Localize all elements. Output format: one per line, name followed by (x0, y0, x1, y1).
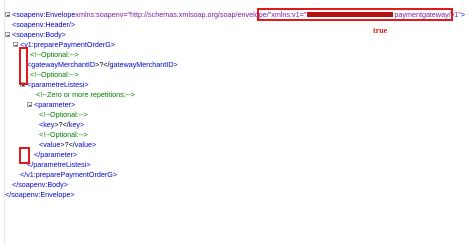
xml-line-body-close: </soapenv:Body> (12, 180, 68, 189)
fold-toggle-icon[interactable] (5, 32, 10, 37)
xml-line-body-open: <soapenv:Body> (5, 30, 66, 39)
element-value: >?</ (60, 140, 75, 149)
attribute-name: xmlns:soapenv= (75, 10, 128, 19)
xml-line-comment: <!--Optional:--> (39, 130, 88, 139)
xml-line-key: < key >?</key > (39, 120, 84, 129)
xml-line-parametre-listesi-close: </parametreListesi> (27, 160, 91, 169)
xml-line-comment: <!--Optional:--> (30, 70, 79, 79)
tag-bracket: > (173, 60, 178, 69)
tag-name: value (74, 140, 92, 149)
element-value: >?</ (54, 120, 69, 129)
tag-text: <parametreListesi> (27, 80, 89, 89)
tag-text: </soapenv:Body> (12, 180, 68, 189)
tag-name: gatewayMerchantID (109, 60, 174, 69)
xml-line-comment: <!--Optional:--> (39, 110, 88, 119)
attribute-value: "http://schemas.xmlsoap.org/soap/envelop… (127, 10, 272, 19)
tag-name: gatewayMerchantID (31, 60, 96, 69)
highlight-box-optional-elements (19, 47, 28, 85)
fold-toggle-icon[interactable] (13, 42, 18, 47)
xml-line-parameter-close: </parameter> (34, 150, 77, 159)
comment-text: <!--Zero or more repetitions:--> (36, 90, 135, 99)
xml-line-envelope-close: </soapenv:Envelope> (5, 190, 75, 199)
tag-bracket: > (91, 140, 97, 149)
tag-name: key (68, 120, 80, 129)
tag-text: <v1:preparePaymentOrderG> (20, 40, 116, 49)
xml-line-prepare-open: <v1:preparePaymentOrderG> (13, 40, 115, 49)
fold-toggle-icon[interactable] (27, 102, 32, 107)
xml-line-parameter-open: <parameter> (27, 100, 75, 109)
tag-text: </parameter> (34, 150, 78, 159)
comment-text: <!--Optional:--> (39, 110, 88, 119)
tag-name: value (43, 140, 61, 149)
tag-bracket: > (460, 10, 466, 19)
element-value: >?</ (95, 60, 110, 69)
tag-text: <soapenv:Header/> (12, 20, 76, 29)
fold-toggle-icon[interactable] (5, 12, 10, 17)
tag-bracket: > (79, 120, 85, 129)
xml-line-parametre-listesi-open: <parametreListesi> (20, 80, 89, 89)
tag-name: key (43, 120, 55, 129)
comment-text: <!--Optional:--> (30, 70, 79, 79)
tag-text: </soapenv:Envelope> (5, 190, 75, 199)
tag-name: soapenv:Envelope (16, 10, 76, 19)
tag-text: <soapenv:Body> (12, 30, 66, 39)
tag-text: <parameter> (34, 100, 76, 109)
tag-text: </parametreListesi> (27, 160, 91, 169)
highlight-box-namespace (257, 8, 453, 21)
highlight-box-closing-tags (19, 147, 30, 164)
xml-line-comment: <!--Zero or more repetitions:--> (36, 90, 135, 99)
xml-line-header: <soapenv:Header/> (12, 20, 75, 29)
tag-text: </v1:preparePaymentOrderG> (20, 170, 118, 179)
comment-text: <!--Optional:--> (30, 50, 79, 59)
comment-text: <!--Optional:--> (39, 130, 88, 139)
xml-line-comment: <!--Optional:--> (30, 50, 79, 59)
xml-line-value: < value >?</value > (39, 140, 96, 149)
xml-line-prepare-close: </v1:preparePaymentOrderG> (20, 170, 117, 179)
xml-line-gateway-merchant-id: < gatewayMerchantID >?</gatewayMerchantID > (27, 60, 178, 69)
annotation-label: true (373, 26, 388, 35)
